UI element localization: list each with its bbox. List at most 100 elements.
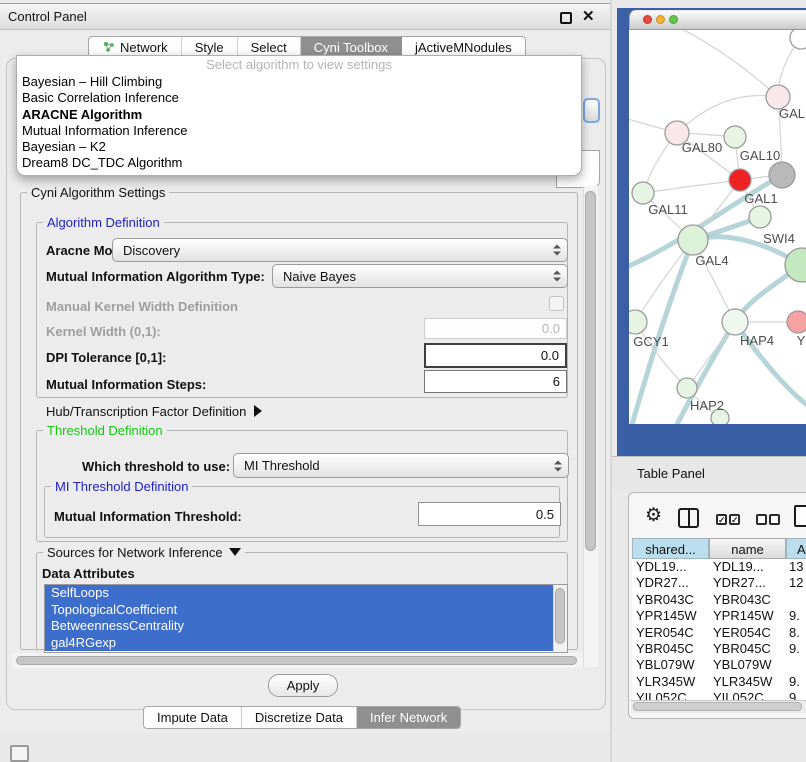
attribute-item[interactable]: SelfLoops	[45, 585, 554, 602]
tab-label: jActiveMNodules	[415, 40, 512, 55]
network-node[interactable]	[722, 309, 748, 335]
collapse-down-icon	[229, 548, 241, 556]
network-node[interactable]	[629, 310, 647, 334]
apply-button[interactable]: Apply	[268, 674, 338, 697]
which-threshold-select[interactable]: MI Threshold	[233, 453, 569, 478]
checked-pair-icon[interactable]: ✓	[716, 514, 727, 525]
checked-pair-icon[interactable]: ✓	[729, 514, 740, 525]
dpi-tolerance-field[interactable]: 0.0	[424, 343, 567, 368]
close-traffic-light-icon[interactable]	[643, 15, 652, 24]
hub-section-toggle[interactable]: Hub/Transcription Factor Definition	[46, 404, 262, 419]
table-column-header[interactable]: name	[709, 538, 786, 559]
network-node[interactable]	[749, 206, 771, 228]
table-cell: YPR145W	[709, 608, 786, 624]
table-cell: 8.	[786, 625, 806, 641]
attribute-item[interactable]: gal4RGexp	[45, 635, 554, 652]
network-view[interactable]: GALGAL80GAL10GAL1GAL11GAL4SWI4GCY1HAP4YH…	[629, 30, 806, 424]
attribute-item[interactable]: TopologicalCoefficient	[45, 602, 554, 619]
table-cell: YDL19...	[709, 559, 786, 575]
tab-label: Select	[251, 40, 287, 55]
table-row[interactable]: YIL052CYIL052C9	[632, 690, 806, 700]
table-cell: YPR145W	[632, 608, 709, 624]
table-row[interactable]: YER054CYER054C8.	[632, 625, 806, 641]
dpi-tolerance-label: DPI Tolerance [0,1]:	[46, 350, 166, 365]
tab-infer-network[interactable]: Infer Network	[357, 707, 460, 728]
network-node[interactable]	[724, 126, 746, 148]
algorithm-dropdown-prompt: Select algorithm to view settings	[17, 56, 581, 74]
kernel-width-label: Kernel Width (0,1):	[46, 324, 161, 339]
table-cell: 9	[786, 690, 806, 700]
table-column-header[interactable]: shared...	[632, 538, 709, 559]
table-row[interactable]: YLR345WYLR345W9.	[632, 674, 806, 690]
mi-steps-field[interactable]: 6	[424, 370, 567, 393]
table-cell: 9.	[786, 641, 806, 657]
sources-collapse-toggle[interactable]: Sources for Network Inference	[43, 545, 245, 560]
table-row[interactable]: YDL19...YDL19...13	[632, 559, 806, 575]
columns-icon[interactable]	[678, 508, 699, 528]
expand-right-icon	[254, 405, 262, 417]
algorithm-option[interactable]: Mutual Information Inference	[17, 123, 581, 139]
gear-icon[interactable]: ⚙	[645, 504, 662, 527]
algorithm-option[interactable]: ARACNE Algorithm	[17, 107, 581, 123]
table-row[interactable]: YBR045CYBR045C9.	[632, 641, 806, 657]
network-node[interactable]	[678, 225, 708, 255]
close-icon[interactable]: ✕	[582, 7, 595, 25]
table-cell: YER054C	[709, 625, 786, 641]
page-icon[interactable]	[794, 505, 806, 527]
mi-threshold-field[interactable]: 0.5	[418, 502, 561, 526]
algorithm-option[interactable]: Dream8 DC_TDC Algorithm	[17, 155, 581, 171]
table-column-header[interactable]: A	[786, 538, 806, 559]
collapsed-panel-icon[interactable]	[10, 745, 29, 762]
table-row[interactable]: YDR27...YDR27...12	[632, 575, 806, 591]
which-threshold-value: MI Threshold	[244, 458, 320, 473]
table-hscroll-thumb[interactable]	[633, 702, 802, 711]
aracne-mode-select[interactable]: Discovery	[112, 238, 568, 262]
control-panel-titlebar	[0, 4, 612, 30]
network-node[interactable]	[790, 30, 806, 49]
network-node[interactable]	[787, 311, 806, 333]
manual-kernel-checkbox	[549, 296, 564, 311]
table-cell: YBR043C	[632, 592, 709, 608]
manual-kernel-label: Manual Kernel Width Definition	[46, 299, 238, 314]
network-edge	[643, 180, 740, 193]
table-cell: 9.	[786, 608, 806, 624]
tab-label: Network	[120, 40, 168, 55]
unchecked-pair-icon[interactable]	[756, 514, 767, 525]
table-cell: YDR27...	[632, 575, 709, 591]
network-node-label: GAL	[779, 106, 805, 121]
network-edge	[677, 96, 778, 134]
algorithm-option[interactable]: Bayesian – Hill Climbing	[17, 74, 581, 90]
table-cell	[786, 592, 806, 608]
zoom-traffic-light-icon[interactable]	[669, 15, 678, 24]
table-row[interactable]: YPR145WYPR145W9.	[632, 608, 806, 624]
algorithm-option[interactable]: Bayesian – K2	[17, 139, 581, 155]
settings-hscroll-thumb[interactable]	[16, 656, 577, 665]
network-node[interactable]	[632, 182, 654, 204]
hub-section-label: Hub/Transcription Factor Definition	[46, 404, 246, 419]
table-cell: 9.	[786, 674, 806, 690]
table-rows: YDL19...YDL19...13YDR27...YDR27...12YBR0…	[632, 559, 806, 700]
table-row[interactable]: YBR043CYBR043C	[632, 592, 806, 608]
algorithm-option[interactable]: Basic Correlation Inference	[17, 90, 581, 106]
mi-type-select[interactable]: Naive Bayes	[272, 264, 568, 288]
network-node[interactable]	[729, 169, 751, 191]
tab-discretize-data[interactable]: Discretize Data	[242, 707, 357, 728]
settings-vscroll-thumb[interactable]	[585, 191, 596, 551]
hidden-combo-stepper-fragment	[583, 98, 600, 123]
attribute-item[interactable]: BetweennessCentrality	[45, 618, 554, 635]
table-row[interactable]: YBL079WYBL079W	[632, 657, 806, 673]
group-title-cyni-settings: Cyni Algorithm Settings	[27, 185, 169, 200]
network-canvas[interactable]: GALGAL80GAL10GAL1GAL11GAL4SWI4GCY1HAP4YH…	[629, 30, 806, 424]
chevron-updown-icon	[554, 460, 562, 471]
float-icon[interactable]	[560, 12, 572, 24]
panel-divider[interactable]	[610, 0, 612, 762]
attr-list-vscroll-thumb[interactable]	[555, 588, 565, 644]
table-cell: YIL052C	[709, 690, 786, 700]
minimize-traffic-light-icon[interactable]	[656, 15, 665, 24]
tab-impute-data[interactable]: Impute Data	[144, 707, 242, 728]
network-node[interactable]	[769, 162, 795, 188]
network-node-label: GAL1	[744, 191, 777, 206]
unchecked-pair-icon[interactable]	[769, 514, 780, 525]
network-node[interactable]	[677, 378, 697, 398]
table-cell: YDR27...	[709, 575, 786, 591]
